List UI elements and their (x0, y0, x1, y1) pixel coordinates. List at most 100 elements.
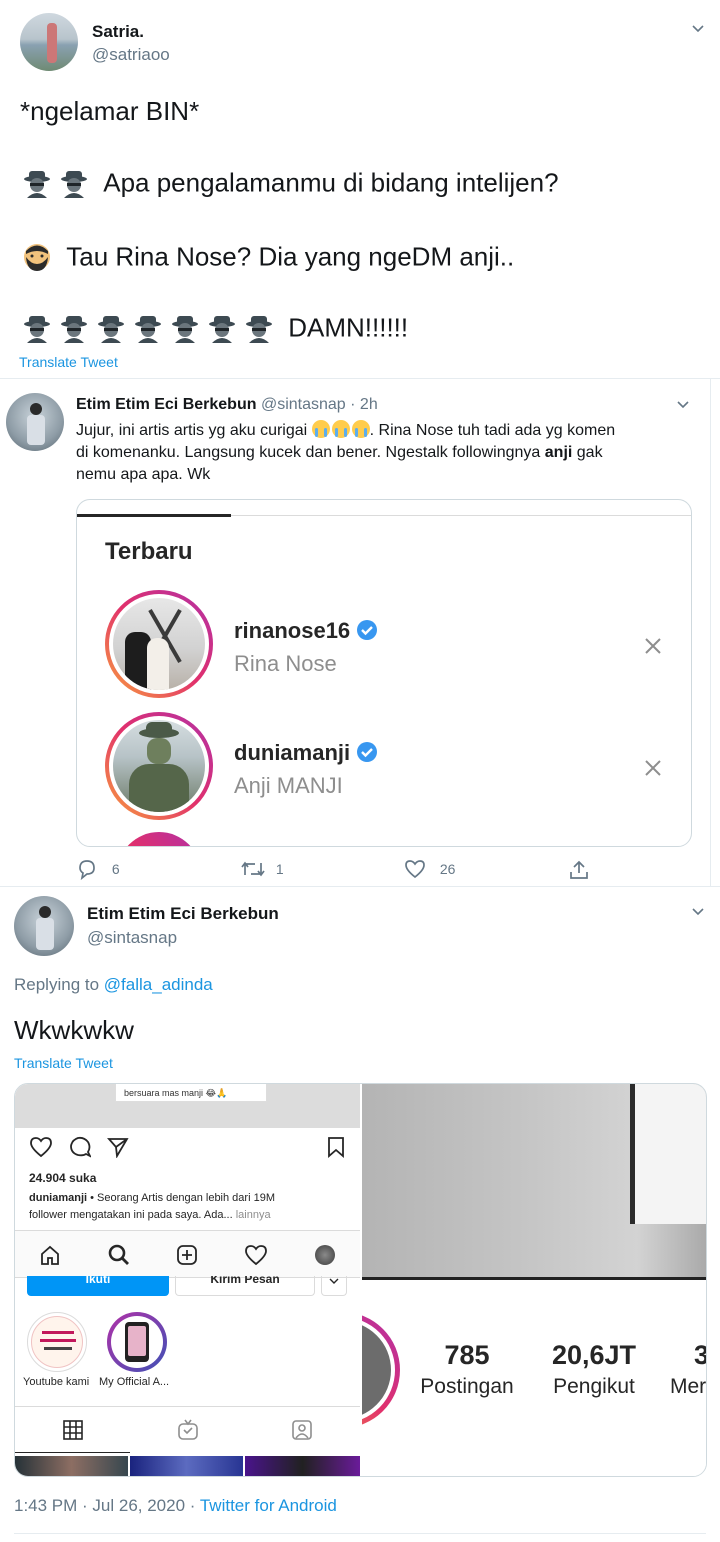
retweet-count: 1 (275, 861, 284, 877)
stat-value: 785 (444, 1340, 490, 1370)
stat-followers[interactable]: 20,6JT Pengikut (539, 1340, 649, 1399)
story-username[interactable]: rinanose16 (234, 618, 350, 643)
author-handle[interactable]: @sintasnap (87, 928, 177, 948)
replying-to-link[interactable]: @falla_adinda (104, 975, 213, 994)
suggest-dropdown-button[interactable] (321, 1276, 347, 1296)
caption-text: • Seorang Artis dengan lebih dari 19M (87, 1192, 275, 1204)
replying-prefix: Replying to (14, 975, 100, 994)
author-handle[interactable]: @sintasnap (261, 396, 346, 413)
quoted-text-part: Jujur, ini artis artis yg aku curigai (76, 422, 308, 439)
translate-tweet-link[interactable]: Translate Tweet (19, 354, 118, 370)
retweet-icon (241, 861, 265, 877)
tweet-client-link[interactable]: Twitter for Android (200, 1496, 337, 1515)
share-icon[interactable] (107, 1136, 129, 1158)
story-avatar-duniamanji[interactable] (105, 712, 213, 820)
tweet-footer: 1:43 PM · Jul 26, 2020 · Twitter for And… (14, 1496, 337, 1516)
highlight-youtube[interactable] (27, 1312, 87, 1372)
chevron-down-icon[interactable] (691, 22, 705, 36)
tweet-line-3: Tau Rina Nose? Dia yang ngeDM anji.. (66, 241, 515, 272)
highlight-official[interactable] (107, 1312, 167, 1372)
tweet-time[interactable]: · 2h (350, 396, 378, 413)
caption-user[interactable]: duniamanji (29, 1192, 87, 1204)
caption-more[interactable]: lainnya (233, 1209, 271, 1221)
stat-posts[interactable]: 785 Postingan (412, 1340, 522, 1399)
likes-count: 24.904 suka (29, 1171, 97, 1185)
author-name[interactable]: Etim Etim Eci Berkebun (87, 904, 279, 924)
quoted-header: Etim Etim Eci Berkebun @sintasnap · 2h (76, 396, 378, 414)
tweet-timestamp[interactable]: 1:43 PM · Jul 26, 2020 · (14, 1496, 195, 1515)
crying-emoji-icon (331, 420, 350, 438)
comment-bubble: bersuara mas manji 😂🙏 (115, 1084, 267, 1102)
stat-label: Pengikut (553, 1375, 635, 1398)
bookmark-icon[interactable] (326, 1136, 346, 1158)
heart-icon[interactable] (29, 1136, 53, 1158)
translate-tweet-link[interactable]: Translate Tweet (14, 1055, 113, 1071)
verified-badge-icon (357, 620, 378, 640)
ig-bottom-nav (15, 1230, 360, 1278)
stat-following[interactable]: 3 Mer (666, 1340, 706, 1399)
tagged-tab-icon[interactable] (291, 1419, 313, 1441)
comment-icon[interactable] (69, 1136, 91, 1158)
tweet-line-3-row: Tau Rina Nose? Dia yang ngeDM anji.. (22, 240, 514, 273)
retweet-action[interactable]: 1 (240, 858, 284, 880)
quoted-text-part: . Rina Nose tuh tadi ada yg komen (369, 422, 616, 439)
grid-thumbnail[interactable] (130, 1456, 243, 1476)
quoted-text: Jujur, ini artis artis yg aku curigai . … (76, 420, 706, 486)
chevron-down-icon[interactable] (676, 398, 690, 412)
crying-emoji-icon (311, 420, 330, 438)
tweet-media[interactable]: bersuara mas manji 😂🙏 24.904 suka duniam… (14, 1083, 707, 1477)
reply-action[interactable]: 6 (76, 858, 120, 881)
detective-emoji-icon (246, 316, 272, 344)
chevron-down-icon (329, 1278, 339, 1284)
author-name[interactable]: Etim Etim Eci Berkebun (76, 396, 257, 413)
crying-emoji-icon (351, 420, 370, 438)
caption-text: follower mengatakan ini pada saya. Ada..… (29, 1209, 233, 1221)
avatar-sintasnap[interactable] (6, 393, 64, 451)
author-handle[interactable]: @satriaoo (92, 45, 170, 65)
add-post-icon[interactable] (176, 1244, 198, 1266)
story-avatar-rinanose[interactable] (105, 590, 213, 698)
comment-text: bersuara mas manji 😂🙏 (124, 1088, 228, 1098)
author-name[interactable]: Satria. (92, 22, 144, 42)
story-username[interactable]: duniamanji (234, 740, 350, 765)
message-button[interactable]: Kirim Pesan (175, 1276, 315, 1296)
tweet-line-4-row: DAMN!!!!!! (22, 311, 408, 344)
reply-count: 6 (111, 861, 120, 877)
highlight-label: My Official A... (99, 1376, 170, 1388)
story-name: Anji MANJI (234, 773, 343, 798)
message-button-label: Kirim Pesan (210, 1276, 280, 1286)
avatar-satria[interactable] (20, 13, 78, 71)
story-avatar-partial (117, 832, 201, 846)
avatar-sintasnap[interactable] (14, 896, 74, 956)
media-image-right[interactable]: 785 Postingan 20,6JT Pengikut 3 Mer (362, 1084, 706, 1476)
embedded-image-card[interactable]: Terbaru rinanose16 Rina Nose duniamanji … (76, 499, 692, 847)
tweet-line-2: Apa pengalamanmu di bidang intelijen? (103, 167, 559, 198)
stat-value: 3 (666, 1340, 706, 1371)
activity-heart-icon[interactable] (244, 1244, 268, 1266)
igtv-tab-icon[interactable] (177, 1419, 199, 1441)
close-icon[interactable] (644, 759, 662, 777)
grid-thumbnail[interactable] (15, 1456, 128, 1476)
close-icon[interactable] (644, 637, 662, 655)
like-action[interactable]: 26 (404, 858, 455, 880)
profile-avatar-icon[interactable] (315, 1245, 335, 1265)
tweet-line-1: *ngelamar BIN* (20, 96, 200, 126)
grid-tab-icon[interactable] (62, 1419, 84, 1441)
bearded-man-emoji-icon (24, 244, 50, 272)
share-icon[interactable] (568, 859, 590, 881)
chevron-down-icon[interactable] (691, 905, 705, 919)
tweet-line-2-row: Apa pengalamanmu di bidang intelijen? (22, 166, 559, 199)
follow-button[interactable]: Ikuti (27, 1276, 169, 1296)
verified-badge-icon (357, 742, 378, 762)
follow-button-label: Ikuti (85, 1276, 111, 1286)
like-count: 26 (439, 861, 456, 877)
media-image-left[interactable]: bersuara mas manji 😂🙏 24.904 suka duniam… (15, 1084, 360, 1476)
reply-icon (79, 860, 95, 881)
search-icon[interactable] (107, 1243, 131, 1267)
stat-label: Mer (670, 1375, 706, 1398)
replying-line: Replying to @falla_adinda (14, 975, 213, 995)
tweet-line-4: DAMN!!!!!! (288, 312, 409, 343)
ig-caption: duniamanji • Seorang Artis dengan lebih … (29, 1190, 354, 1224)
home-icon[interactable] (39, 1244, 61, 1266)
grid-thumbnail[interactable] (245, 1456, 360, 1476)
